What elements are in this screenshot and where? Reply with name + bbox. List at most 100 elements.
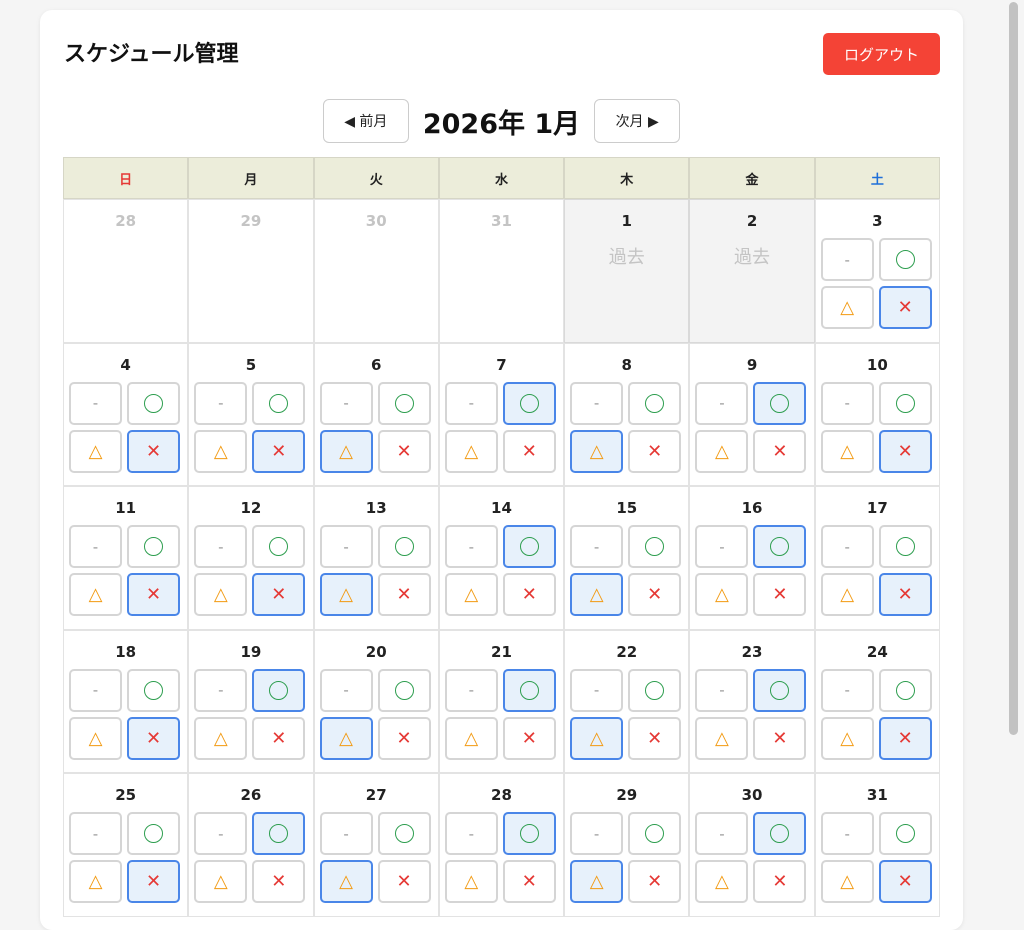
option-maybe-button[interactable]: △ (570, 860, 624, 903)
option-none-button[interactable]: - (319, 812, 373, 855)
option-available-button[interactable] (127, 668, 180, 712)
option-available-button[interactable] (628, 381, 682, 425)
option-maybe-button[interactable]: △ (319, 573, 373, 616)
option-unavailable-button[interactable]: ✕ (252, 716, 306, 760)
next-month-button[interactable]: 次月 ▶ (594, 99, 681, 143)
option-unavailable-button[interactable]: ✕ (628, 429, 682, 473)
option-none-button[interactable]: - (444, 812, 498, 855)
option-unavailable-button[interactable]: ✕ (502, 573, 556, 616)
option-none-button[interactable]: - (194, 381, 248, 425)
option-maybe-button[interactable]: △ (570, 429, 624, 473)
option-none-button[interactable]: - (69, 381, 122, 425)
option-none-button[interactable]: - (820, 668, 874, 712)
option-unavailable-button[interactable]: ✕ (502, 429, 556, 473)
option-available-button[interactable] (628, 812, 682, 855)
option-maybe-button[interactable]: △ (695, 429, 749, 473)
option-maybe-button[interactable]: △ (194, 716, 248, 760)
option-unavailable-button[interactable]: ✕ (377, 716, 431, 760)
option-available-button[interactable] (127, 381, 180, 425)
option-none-button[interactable]: - (570, 381, 624, 425)
option-available-button[interactable] (127, 525, 180, 568)
option-available-button[interactable] (502, 381, 556, 425)
option-unavailable-button[interactable]: ✕ (628, 573, 682, 616)
option-available-button[interactable] (252, 668, 306, 712)
option-unavailable-button[interactable]: ✕ (753, 860, 807, 903)
option-none-button[interactable]: - (194, 525, 248, 568)
option-maybe-button[interactable]: △ (444, 860, 498, 903)
option-available-button[interactable] (252, 812, 306, 855)
option-none-button[interactable]: - (69, 812, 122, 855)
option-unavailable-button[interactable]: ✕ (127, 429, 180, 473)
page-scrollbar[interactable] (1003, 0, 1024, 895)
option-available-button[interactable] (878, 525, 932, 568)
option-unavailable-button[interactable]: ✕ (878, 716, 932, 760)
option-maybe-button[interactable]: △ (695, 716, 749, 760)
option-available-button[interactable] (753, 525, 807, 568)
option-unavailable-button[interactable]: ✕ (502, 860, 556, 903)
option-none-button[interactable]: - (820, 525, 874, 568)
option-maybe-button[interactable]: △ (820, 573, 874, 616)
option-available-button[interactable] (377, 525, 431, 568)
option-none-button[interactable]: - (194, 668, 248, 712)
option-unavailable-button[interactable]: ✕ (377, 429, 431, 473)
option-available-button[interactable] (878, 668, 932, 712)
option-unavailable-button[interactable]: ✕ (878, 286, 932, 329)
option-none-button[interactable]: - (319, 668, 373, 712)
option-available-button[interactable] (252, 381, 306, 425)
option-none-button[interactable]: - (69, 525, 122, 568)
option-unavailable-button[interactable]: ✕ (753, 716, 807, 760)
option-maybe-button[interactable]: △ (319, 716, 373, 760)
option-unavailable-button[interactable]: ✕ (628, 860, 682, 903)
option-maybe-button[interactable]: △ (695, 860, 749, 903)
option-unavailable-button[interactable]: ✕ (252, 573, 306, 616)
option-unavailable-button[interactable]: ✕ (502, 716, 556, 760)
option-unavailable-button[interactable]: ✕ (127, 860, 180, 903)
option-maybe-button[interactable]: △ (820, 286, 874, 329)
option-available-button[interactable] (753, 381, 807, 425)
option-maybe-button[interactable]: △ (319, 860, 373, 903)
option-unavailable-button[interactable]: ✕ (127, 716, 180, 760)
option-unavailable-button[interactable]: ✕ (252, 429, 306, 473)
option-none-button[interactable]: - (319, 525, 373, 568)
option-maybe-button[interactable]: △ (820, 716, 874, 760)
option-none-button[interactable]: - (695, 381, 749, 425)
option-unavailable-button[interactable]: ✕ (377, 573, 431, 616)
option-available-button[interactable] (127, 812, 180, 855)
option-unavailable-button[interactable]: ✕ (628, 716, 682, 760)
option-available-button[interactable] (377, 381, 431, 425)
option-maybe-button[interactable]: △ (194, 429, 248, 473)
option-none-button[interactable]: - (69, 668, 122, 712)
option-maybe-button[interactable]: △ (319, 429, 373, 473)
option-available-button[interactable] (377, 668, 431, 712)
option-available-button[interactable] (878, 238, 932, 281)
option-none-button[interactable]: - (444, 525, 498, 568)
option-maybe-button[interactable]: △ (820, 860, 874, 903)
option-unavailable-button[interactable]: ✕ (377, 860, 431, 903)
option-available-button[interactable] (753, 812, 807, 855)
option-available-button[interactable] (628, 668, 682, 712)
option-available-button[interactable] (502, 812, 556, 855)
option-none-button[interactable]: - (695, 525, 749, 568)
option-available-button[interactable] (628, 525, 682, 568)
option-none-button[interactable]: - (570, 668, 624, 712)
scrollbar-thumb[interactable] (1009, 2, 1018, 735)
option-available-button[interactable] (377, 812, 431, 855)
option-maybe-button[interactable]: △ (194, 573, 248, 616)
option-unavailable-button[interactable]: ✕ (878, 573, 932, 616)
option-none-button[interactable]: - (319, 381, 373, 425)
option-maybe-button[interactable]: △ (444, 573, 498, 616)
option-none-button[interactable]: - (820, 238, 874, 281)
option-available-button[interactable] (252, 525, 306, 568)
option-unavailable-button[interactable]: ✕ (753, 573, 807, 616)
option-maybe-button[interactable]: △ (69, 429, 122, 473)
option-maybe-button[interactable]: △ (444, 429, 498, 473)
option-maybe-button[interactable]: △ (820, 429, 874, 473)
option-none-button[interactable]: - (194, 812, 248, 855)
option-available-button[interactable] (753, 668, 807, 712)
option-maybe-button[interactable]: △ (444, 716, 498, 760)
option-maybe-button[interactable]: △ (69, 716, 122, 760)
option-unavailable-button[interactable]: ✕ (127, 573, 180, 616)
option-none-button[interactable]: - (570, 812, 624, 855)
option-available-button[interactable] (502, 525, 556, 568)
option-none-button[interactable]: - (820, 381, 874, 425)
